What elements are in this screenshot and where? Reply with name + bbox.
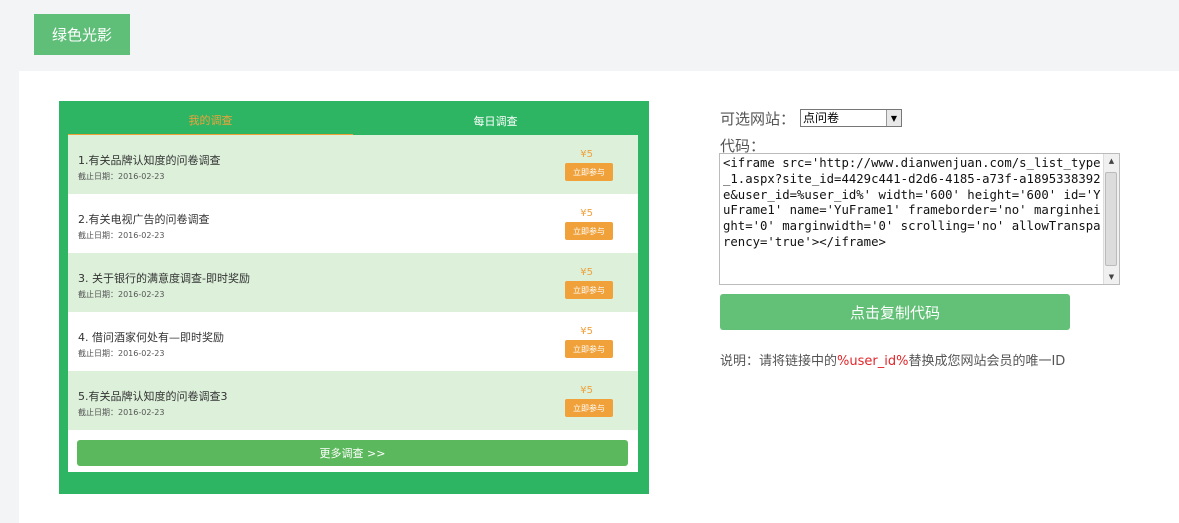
theme-tab-green[interactable]: 绿色光影 xyxy=(34,14,130,55)
scroll-up-arrow-icon[interactable]: ▲ xyxy=(1104,154,1119,168)
survey-row: 3. 关于银行的满意度调查-即时奖励 截止日期：2016-02-23 ¥5 立即… xyxy=(68,253,638,312)
survey-reward: ¥5 xyxy=(580,385,593,396)
instruction-note: 说明：请将链接中的%user_id%替换成您网站会员的唯一ID xyxy=(720,350,1065,369)
embed-code-text[interactable]: <iframe src='http://www.dianwenjuan.com/… xyxy=(723,156,1103,251)
tab-daily-surveys[interactable]: 每日调查 xyxy=(353,106,638,136)
survey-reward: ¥5 xyxy=(580,208,593,219)
code-scrollbar[interactable]: ▲ ▼ xyxy=(1103,154,1119,284)
chevron-down-icon[interactable]: ▼ xyxy=(886,110,901,126)
survey-row: 2.有关电视广告的问卷调查 截止日期：2016-02-23 ¥5 立即参与 xyxy=(68,194,638,253)
copy-code-button[interactable]: 点击复制代码 xyxy=(720,294,1070,330)
survey-title[interactable]: 3. 关于银行的满意度调查-即时奖励 xyxy=(78,270,250,286)
join-button[interactable]: 立即参与 xyxy=(565,340,613,358)
survey-reward: ¥5 xyxy=(580,149,593,160)
survey-deadline: 截止日期：2016-02-23 xyxy=(78,231,165,240)
site-select-label: 可选网站： xyxy=(720,110,796,128)
join-button[interactable]: 立即参与 xyxy=(565,222,613,240)
note-placeholder-highlight: %user_id% xyxy=(837,354,909,369)
survey-title[interactable]: 5.有关品牌认知度的问卷调查3 xyxy=(78,388,228,404)
survey-list: 1.有关品牌认知度的问卷调查 截止日期：2016-02-23 ¥5 立即参与 2… xyxy=(68,135,638,472)
note-suffix: 替换成您网站会员的唯一ID xyxy=(908,354,1066,369)
survey-deadline: 截止日期：2016-02-23 xyxy=(78,172,165,181)
scroll-down-arrow-icon[interactable]: ▼ xyxy=(1104,270,1119,284)
site-select-value: 点问卷 xyxy=(803,111,840,125)
survey-deadline: 截止日期：2016-02-23 xyxy=(78,349,165,358)
join-button[interactable]: 立即参与 xyxy=(565,399,613,417)
site-select[interactable]: 点问卷 ▼ xyxy=(800,109,902,127)
survey-deadline: 截止日期：2016-02-23 xyxy=(78,290,165,299)
survey-title[interactable]: 1.有关品牌认知度的问卷调查 xyxy=(78,152,221,168)
survey-deadline: 截止日期：2016-02-23 xyxy=(78,408,165,417)
survey-title[interactable]: 2.有关电视广告的问卷调查 xyxy=(78,211,210,227)
survey-title[interactable]: 4. 借问酒家何处有—即时奖励 xyxy=(78,329,224,345)
note-prefix: 说明：请将链接中的 xyxy=(720,354,838,369)
survey-row: 4. 借问酒家何处有—即时奖励 截止日期：2016-02-23 ¥5 立即参与 xyxy=(68,312,638,371)
survey-reward: ¥5 xyxy=(580,267,593,278)
tab-my-surveys[interactable]: 我的调查 xyxy=(68,106,353,136)
survey-widget-preview: 我的调查 每日调查 1.有关品牌认知度的问卷调查 截止日期：2016-02-23… xyxy=(59,101,649,494)
survey-reward: ¥5 xyxy=(580,326,593,337)
code-textarea[interactable]: <iframe src='http://www.dianwenjuan.com/… xyxy=(719,153,1120,285)
survey-row: 1.有关品牌认知度的问卷调查 截止日期：2016-02-23 ¥5 立即参与 xyxy=(68,135,638,194)
main-panel: 我的调查 每日调查 1.有关品牌认知度的问卷调查 截止日期：2016-02-23… xyxy=(19,71,1179,523)
join-button[interactable]: 立即参与 xyxy=(565,281,613,299)
more-surveys-button[interactable]: 更多调查 >> xyxy=(77,440,628,466)
survey-row: 5.有关品牌认知度的问卷调查3 截止日期：2016-02-23 ¥5 立即参与 xyxy=(68,371,638,430)
widget-tabs: 我的调查 每日调查 xyxy=(68,106,638,136)
scrollbar-thumb[interactable] xyxy=(1105,172,1117,266)
join-button[interactable]: 立即参与 xyxy=(565,163,613,181)
